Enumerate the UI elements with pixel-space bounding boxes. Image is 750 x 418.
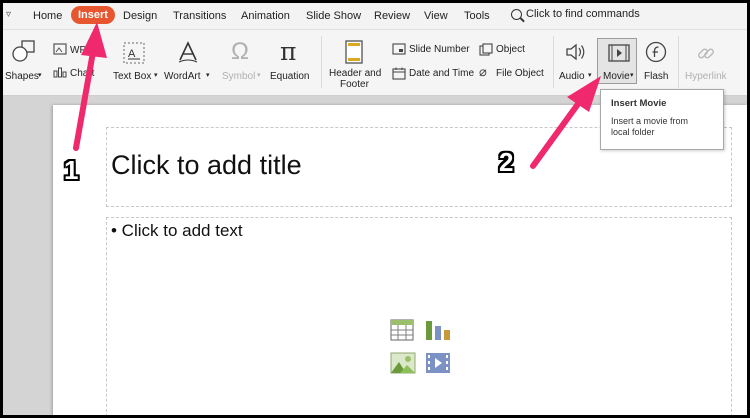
object-label: Object	[496, 44, 525, 55]
pi-equation-icon: π	[280, 37, 297, 66]
tooltip-title: Insert Movie	[611, 98, 667, 109]
movie-button[interactable]: Movie ▾	[597, 38, 637, 84]
insert-movie-tooltip: Insert Movie Insert a movie from local f…	[600, 89, 724, 150]
title-placeholder-text: Click to add title	[111, 150, 302, 180]
chart-icon	[53, 67, 67, 78]
content-insert-icons	[390, 319, 452, 377]
paperclip-icon: ⌀	[479, 64, 487, 79]
text-box-label: Text Box	[113, 71, 152, 82]
equation-label: Equation	[270, 71, 310, 82]
symbol-label: Symbol	[222, 71, 256, 82]
file-object-label: File Object	[496, 68, 544, 79]
shapes-dropdown-icon: ▾	[38, 72, 42, 79]
movie-label: Movie	[603, 71, 630, 82]
insert-table-icon[interactable]	[390, 319, 414, 341]
content-placeholder[interactable]: • Click to add text	[106, 217, 732, 415]
insert-picture-icon[interactable]	[390, 352, 416, 374]
wordart-label: WordArt	[164, 71, 201, 82]
slide-number-icon	[392, 43, 406, 55]
link-icon	[698, 48, 714, 59]
shapes-icon	[12, 40, 35, 62]
audio-label: Audio	[559, 71, 585, 82]
content-placeholder-text: • Click to add text	[111, 221, 243, 240]
search-icon	[511, 8, 522, 20]
object-icon	[479, 43, 493, 56]
date-time-label: Date and Time	[409, 68, 475, 79]
tab-view[interactable]: View	[424, 10, 448, 22]
insert-chart-icon[interactable]	[425, 319, 451, 341]
hyperlink-label: Hyperlink	[685, 71, 727, 82]
insert-ribbon: Shapes ▾ WPS Chart A Text Box ▾ WordArt …	[3, 30, 747, 96]
command-search[interactable]: Click to find commands	[511, 8, 640, 20]
tooltip-description: Insert a movie from local folder	[611, 116, 689, 137]
header-footer-icon	[345, 40, 363, 64]
header-footer-label-line1: Header and	[329, 68, 382, 79]
tab-design[interactable]: Design	[123, 10, 157, 22]
calendar-icon	[392, 67, 406, 80]
wps-label: WPS	[70, 45, 93, 56]
chart-label: Chart	[70, 68, 95, 79]
step-number-1: 1	[64, 155, 79, 185]
insert-video-icon[interactable]	[425, 352, 451, 374]
quick-access-dropdown-icon[interactable]: ▿	[6, 9, 11, 20]
audio-dropdown-icon: ▾	[588, 72, 592, 79]
movie-dropdown-icon: ▾	[630, 72, 634, 79]
flash-label: Flash	[644, 71, 669, 82]
tab-review[interactable]: Review	[374, 10, 410, 22]
slide-canvas: Click to add title • Click to add text	[53, 105, 747, 415]
tab-animation[interactable]: Animation	[241, 10, 290, 22]
text-box-dropdown-icon: ▾	[154, 72, 158, 79]
symbol-dropdown-icon: ▾	[257, 72, 261, 79]
shapes-label: Shapes	[5, 71, 39, 82]
step-number-2: 2	[499, 147, 514, 177]
flash-icon	[645, 41, 667, 63]
tab-transitions[interactable]: Transitions	[173, 10, 226, 22]
wps-art-icon	[53, 43, 67, 55]
ribbon-separator	[678, 36, 679, 88]
ribbon-separator	[553, 36, 554, 88]
search-placeholder: Click to find commands	[526, 8, 640, 20]
tab-home[interactable]: Home	[33, 10, 62, 22]
svg-text:A: A	[128, 48, 136, 60]
speaker-icon	[566, 43, 585, 61]
tab-insert[interactable]: Insert	[71, 6, 115, 24]
text-box-icon: A	[123, 42, 145, 64]
ribbon-separator	[321, 36, 322, 88]
movie-film-icon	[608, 44, 630, 62]
omega-symbol-icon: Ω	[231, 38, 249, 65]
menu-tab-bar: ▿ Home Insert Design Transitions Animati…	[3, 3, 747, 30]
wordart-icon	[178, 41, 198, 63]
tab-slide-show[interactable]: Slide Show	[306, 10, 361, 22]
slide-number-label: Slide Number	[409, 44, 470, 55]
tab-tools[interactable]: Tools	[464, 10, 490, 22]
wordart-dropdown-icon: ▾	[206, 72, 210, 79]
app-window: ▿ Home Insert Design Transitions Animati…	[3, 3, 747, 415]
header-footer-label-line2: Footer	[340, 79, 369, 90]
